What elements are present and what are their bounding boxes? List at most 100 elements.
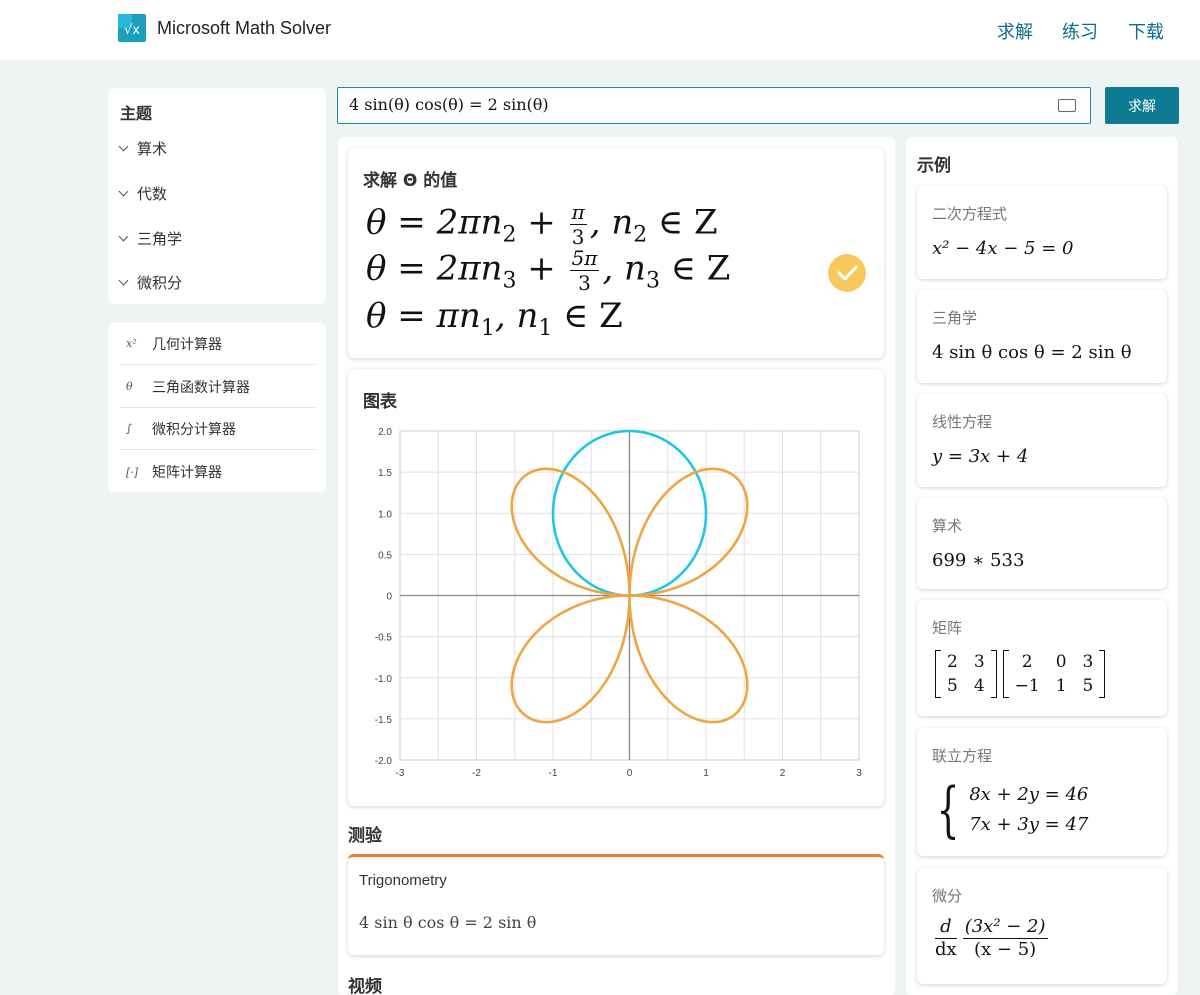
example-trigonometry[interactable]: 三角学 4 sin θ cos θ = 2 sin θ <box>917 290 1167 383</box>
y-tick-label: -1.5 <box>375 715 393 726</box>
trig-calculator-link[interactable]: θ 三角函数计算器 <box>120 366 315 408</box>
x-tick-label: 3 <box>856 768 862 779</box>
solution-line: θ = 2πn3 + 5π 3, n3 ∈ Z <box>366 246 731 295</box>
x-tick-label: 2 <box>780 768 786 779</box>
frac-num: 5π <box>569 246 600 271</box>
topics-panel: 主题 算术 代数 三角学 微积分 <box>108 88 326 304</box>
x-tick-label: -1 <box>549 768 558 779</box>
example-label: 微分 <box>932 887 963 905</box>
example-math: d dx (3x² − 2) (x − 5) <box>932 918 1051 959</box>
quiz-equation: 4 sin θ cos θ = 2 sin θ <box>359 913 537 932</box>
matrix-cell: 2 <box>947 652 958 672</box>
chevron-down-icon <box>118 231 129 242</box>
matrix-cell: 3 <box>973 652 985 672</box>
y-tick-label: -1.0 <box>375 674 393 685</box>
solution-lhs: θ = 2πn <box>366 202 503 243</box>
solution-fraction: π3 <box>569 200 587 249</box>
solution-sub: 3 <box>502 268 517 294</box>
equation-system: { 8x + 2y = 46 7x + 3y = 47 <box>929 780 1089 840</box>
example-matrix[interactable]: 矩阵 2 3 5 4 2 0 3 −1 1 5 <box>917 600 1167 716</box>
example-linear[interactable]: 线性方程 y = 3x + 4 <box>917 394 1167 487</box>
system-lines: 8x + 2y = 46 7x + 3y = 47 <box>969 780 1088 840</box>
y-tick-label: -2.0 <box>375 756 393 767</box>
math-solver-logo-icon[interactable]: √x <box>118 14 146 42</box>
topic-arithmetic[interactable]: 算术 <box>118 138 168 159</box>
chevron-down-icon <box>118 275 129 286</box>
matrix-cell: 2 <box>1021 652 1033 672</box>
y-tick-label: 1.0 <box>378 509 392 520</box>
y-tick-label: 2.0 <box>378 427 392 438</box>
nav-solve[interactable]: 求解 <box>997 18 1033 44</box>
y-tick-label: 1.5 <box>378 468 392 479</box>
x-tick-label: 0 <box>627 768 633 779</box>
y-tick-label: 0 <box>386 592 392 603</box>
topic-label: 算术 <box>137 140 168 158</box>
calculus-calculator-link[interactable]: ∫ 微积分计算器 <box>120 408 315 450</box>
topic-algebra[interactable]: 代数 <box>118 183 167 204</box>
quiz-card[interactable]: Trigonometry 4 sin θ cos θ = 2 sin θ <box>348 854 884 955</box>
solution-sub: 2 <box>633 222 648 248</box>
example-label: 矩阵 <box>932 619 963 637</box>
solution-line: θ = 2πn2 + π3, n2 ∈ Z <box>366 200 718 249</box>
frac-den: 3 <box>578 271 591 295</box>
keyboard-icon[interactable] <box>1058 99 1076 112</box>
example-quadratic[interactable]: 二次方程式 x² − 4x − 5 = 0 <box>917 186 1167 279</box>
frac-num: π <box>569 200 587 225</box>
solution-set: , n <box>589 202 634 243</box>
example-differentiation[interactable]: 微分 d dx (3x² − 2) (x − 5) <box>917 868 1167 984</box>
solution-set: , n <box>602 248 646 289</box>
example-math: 4 sin θ cos θ = 2 sin θ <box>932 342 1132 363</box>
matrix-cell: 5 <box>947 676 958 696</box>
solution-sub: 3 <box>645 268 660 294</box>
quiz-title: 测验 <box>348 826 382 846</box>
system-line: 8x + 2y = 46 <box>969 784 1089 805</box>
chevron-down-icon <box>118 186 129 197</box>
matrix-grid: 2 3 5 4 <box>941 650 991 698</box>
top-header: √x Microsoft Math Solver 求解 练习 下载 <box>0 0 1200 60</box>
example-simultaneous[interactable]: 联立方程 { 8x + 2y = 46 7x + 3y = 47 <box>917 728 1167 856</box>
solution-lhs: θ = 2πn <box>366 248 503 289</box>
y-tick-label: 0.5 <box>378 550 392 561</box>
trig-calculator-icon: θ <box>126 380 133 393</box>
topics-title: 主题 <box>120 104 153 123</box>
matrix-cell: 3 <box>1082 652 1094 672</box>
calc-label: 矩阵计算器 <box>152 465 222 481</box>
matrix-cell: 5 <box>1082 676 1094 696</box>
app-title[interactable]: Microsoft Math Solver <box>157 18 331 39</box>
matrix-calculator-link[interactable]: [·] 矩阵计算器 <box>120 451 315 493</box>
chevron-down-icon <box>118 141 129 152</box>
solution-tail: ∈ Z <box>647 202 718 243</box>
topic-calculus[interactable]: 微积分 <box>118 272 182 293</box>
math-input-value[interactable]: 4 sin(θ) cos(θ) = 2 sin(θ) <box>349 95 549 114</box>
matrix-grid: 2 0 3 −1 1 5 <box>1009 650 1100 698</box>
y-tick-label: -0.5 <box>375 633 393 644</box>
solution-lhs: θ = πn <box>366 296 481 336</box>
calculators-panel: x² 几何计算器 θ 三角函数计算器 ∫ 微积分计算器 [·] 矩阵计算器 <box>108 323 326 492</box>
example-math: 2 3 5 4 2 0 3 −1 1 5 <box>935 650 1111 698</box>
math-input[interactable]: 4 sin(θ) cos(θ) = 2 sin(θ) <box>337 87 1091 124</box>
nav-practice[interactable]: 练习 <box>1062 18 1098 44</box>
x-tick-label: -3 <box>396 768 405 779</box>
frac-den: 3 <box>571 225 585 249</box>
matrix-a: 2 3 5 4 <box>935 650 997 698</box>
nav-download[interactable]: 下载 <box>1128 18 1164 44</box>
example-math: 699 ∗ 533 <box>932 550 1025 571</box>
matrix-cell: −1 <box>1014 676 1040 696</box>
example-label: 联立方程 <box>932 747 993 765</box>
calc-label: 三角函数计算器 <box>152 379 250 396</box>
diff-numerator: (3x² − 2) <box>962 916 1048 939</box>
polar-graph[interactable]: -3 -2 -1 0 1 2 3 2.0 1.5 1.0 0.5 0 -0.5 -1.0 -1.5 -2.0 <box>348 369 884 806</box>
x-tick-label: 1 <box>703 768 709 779</box>
quiz-subject: Trigonometry <box>359 872 447 889</box>
examples-title: 示例 <box>917 156 951 176</box>
solution-sub: 2 <box>502 222 517 248</box>
solve-button[interactable]: 求解 <box>1105 87 1179 124</box>
solution-sub: 1 <box>480 316 495 341</box>
matrix-calculator-icon: [·] <box>126 465 139 479</box>
topic-trigonometry[interactable]: 三角学 <box>118 228 182 249</box>
example-arithmetic[interactable]: 算术 699 ∗ 533 <box>917 498 1167 589</box>
example-label: 三角学 <box>932 309 978 327</box>
solution-card: 求解 Θ 的值 θ = 2πn2 + π3, n2 ∈ Z θ = 2πn3 +… <box>348 148 884 358</box>
geometry-calculator-link[interactable]: x² 几何计算器 <box>120 323 315 365</box>
example-label: 线性方程 <box>932 413 993 431</box>
